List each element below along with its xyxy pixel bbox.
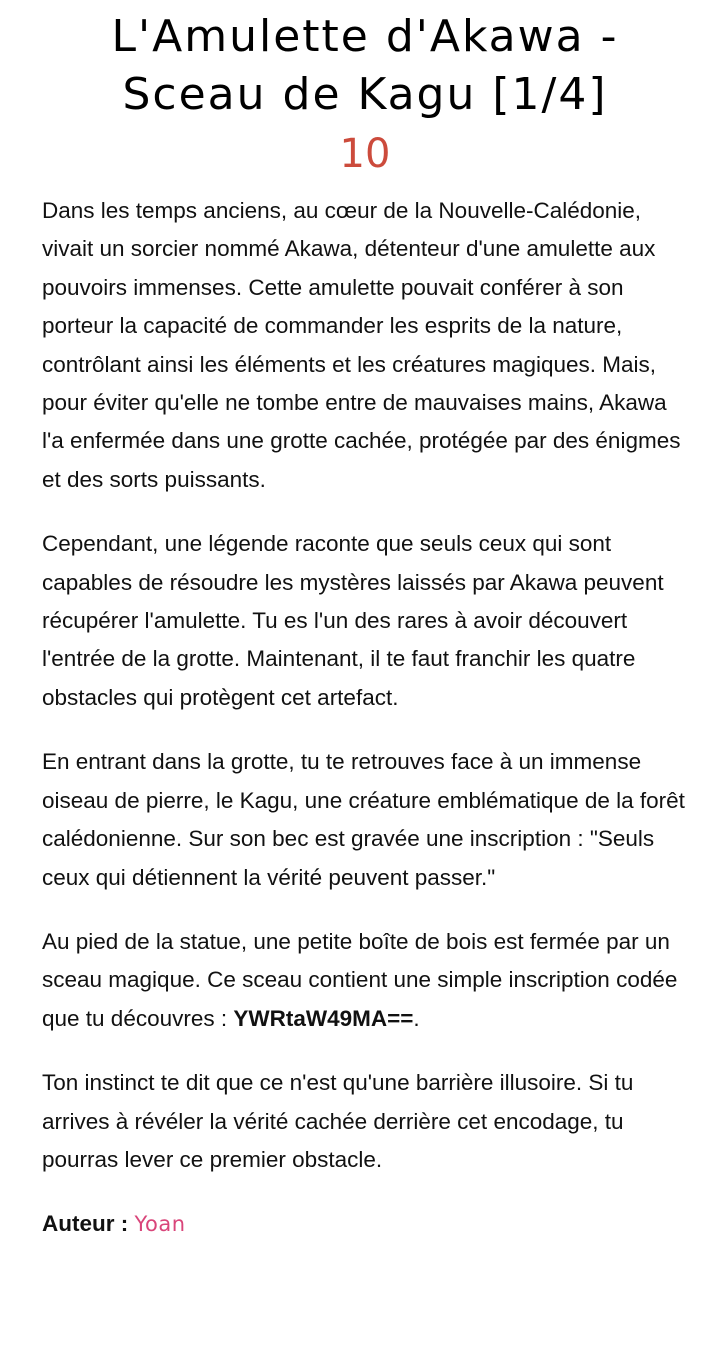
author-line: Auteur : Yoan: [42, 1205, 688, 1243]
challenge-points: 10: [339, 131, 391, 177]
description-paragraph-2: Cependant, une légende raconte que seuls…: [42, 531, 664, 710]
paragraph-4-end: .: [413, 1005, 420, 1031]
challenge-title: L'Amulette d'Akawa - Sceau de Kagu [1/4]: [28, 8, 702, 124]
description-paragraph-3: En entrant dans la grotte, tu te retrouv…: [42, 749, 685, 890]
challenge-title-line-1: L'Amulette d'Akawa -: [111, 11, 619, 62]
author-name-link[interactable]: Yoan: [135, 1212, 186, 1236]
author-label: Auteur :: [42, 1211, 129, 1237]
encoded-inscription: YWRtaW49MA==: [233, 1005, 414, 1031]
description-paragraph-5: Ton instinct te dit que ce n'est qu'une …: [42, 1070, 634, 1172]
challenge-card: L'Amulette d'Akawa - Sceau de Kagu [1/4]…: [42, 8, 688, 1243]
description-paragraph-1: Dans les temps anciens, au cœur de la No…: [42, 198, 681, 492]
challenge-title-line-2: Sceau de Kagu [1/4]: [122, 69, 608, 120]
description-paragraph-4: Au pied de la statue, une petite boîte d…: [42, 923, 688, 1038]
